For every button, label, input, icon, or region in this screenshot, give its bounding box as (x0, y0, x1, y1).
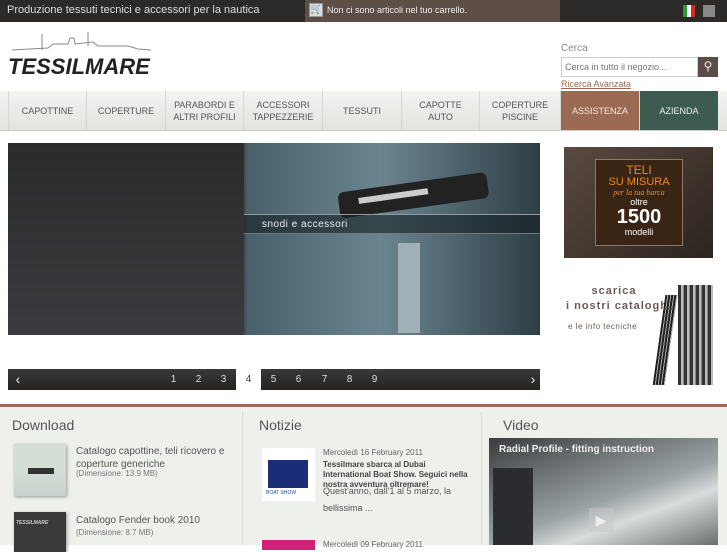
slider-dark-panel (8, 143, 244, 335)
download-link[interactable]: Catalogo Fender book 2010 (76, 514, 200, 527)
slide-caption: snodi e accessori (262, 219, 348, 230)
banner-line: per la tua barca (613, 188, 665, 197)
download-size: (Dimensione: 8.7 MB) (76, 528, 154, 537)
boat-icon (28, 468, 54, 474)
news-thumbnail[interactable]: BOAT SHOW (262, 448, 315, 501)
logo[interactable]: TESSILMARE (8, 32, 153, 80)
search-label: Cerca (561, 43, 588, 54)
play-icon[interactable]: ▶ (589, 508, 613, 532)
page-9[interactable]: 9 (362, 369, 387, 390)
custom-covers-banner[interactable]: TELI SU MISURA per la tua barca oltre 15… (564, 147, 713, 258)
column-divider (481, 412, 482, 545)
nav-coperture-piscine[interactable]: COPERTURE PISCINE (479, 91, 560, 130)
main-nav: CAPOTTINE COPERTURE PARABORDI E ALTRI PR… (0, 91, 727, 131)
page-7[interactable]: 7 (312, 369, 337, 390)
banner-line: scarica (591, 285, 637, 297)
sail-icon (268, 460, 308, 488)
download-link[interactable]: Catalogo capottine, teli ricovero e cope… (76, 445, 236, 471)
page-6[interactable]: 6 (286, 369, 311, 390)
nav-coperture[interactable]: COPERTURE (86, 91, 165, 130)
banner-line: TELI (626, 163, 652, 177)
nav-parabordi[interactable]: PARABORDI E ALTRI PROFILI (165, 91, 243, 130)
advanced-search-link[interactable]: Ricerca Avanzata (561, 79, 631, 89)
page-8[interactable]: 8 (337, 369, 362, 390)
catalog-thumbnail[interactable]: TESSILMARE (14, 512, 66, 552)
next-arrow-icon[interactable]: › (523, 369, 543, 390)
news-thumbnail[interactable] (262, 540, 315, 550)
nav-azienda[interactable]: AZIENDA (639, 91, 718, 130)
banner-line: modelli (624, 227, 654, 237)
banner-number: 1500 (616, 206, 662, 228)
page-2[interactable]: 2 (186, 369, 211, 390)
catalog-download-banner[interactable]: scarica i nostri cataloghi e le info tec… (564, 285, 713, 385)
video-player[interactable]: Radial Profile - fitting instruction ▶ (489, 438, 718, 545)
cart-icon: 🛒 (309, 3, 323, 17)
download-title: Download (12, 417, 75, 433)
page-4[interactable]: 4 (236, 369, 261, 390)
news-title: Notizie (259, 417, 302, 433)
ship-outline-icon (11, 32, 152, 51)
worker-figure (493, 468, 533, 545)
prev-arrow-icon[interactable]: ‹ (8, 369, 28, 390)
catalog-binders-image (678, 285, 713, 385)
search-icon: ⚲ (703, 59, 713, 73)
news-excerpt: Quest'anno, dall'1 al 5 marzo, la bellis… (323, 486, 452, 513)
thumbnail-text: TESSILMARE (16, 520, 49, 526)
top-bar: Produzione tessuti tecnici e accessori p… (0, 0, 727, 22)
page-1[interactable]: 1 (161, 369, 186, 390)
search-button[interactable]: ⚲ (698, 57, 718, 77)
page-5[interactable]: 5 (261, 369, 286, 390)
column-divider (242, 412, 243, 545)
banner-line: i nostri cataloghi (565, 300, 672, 312)
catalog-thumbnail[interactable] (14, 444, 66, 496)
logo-text: TESSILMARE (8, 54, 150, 79)
video-title: Video (503, 417, 539, 433)
bottom-section: Download Catalogo capottine, teli ricove… (0, 407, 727, 552)
search-input[interactable] (561, 57, 698, 77)
nav-tessuti[interactable]: TESSUTI (322, 91, 401, 130)
cart-summary[interactable]: 🛒 Non ci sono articoli nel tuo carrello. (305, 0, 560, 22)
banner-line: SU MISURA (608, 176, 670, 188)
page-3[interactable]: 3 (211, 369, 236, 390)
nav-assistenza[interactable]: ASSISTENZA (560, 91, 639, 130)
thumbnail-text: BOAT SHOW (266, 490, 297, 496)
nav-capottine[interactable]: CAPOTTINE (8, 91, 86, 130)
hardware-image (338, 172, 489, 333)
slider-pager: ‹ 1 2 3 4 5 6 7 8 9 › (8, 369, 540, 390)
banner-line: e le info tecniche (568, 322, 638, 331)
cart-text: Non ci sono articoli nel tuo carrello. (327, 5, 468, 15)
language-flag-icon[interactable] (703, 5, 715, 17)
banner-box: TELI SU MISURA per la tua barca oltre 15… (595, 159, 683, 246)
slide-caption-bar: snodi e accessori (244, 214, 540, 234)
nav-capotte-auto[interactable]: CAPOTTE AUTO (401, 91, 479, 130)
video-caption: Radial Profile - fitting instruction (499, 444, 654, 455)
tagline: Produzione tessuti tecnici e accessori p… (7, 4, 260, 16)
nav-accessori[interactable]: ACCESSORI TAPPEZZERIE (243, 91, 322, 130)
download-size: (Dimensione: 13.9 MB) (76, 469, 158, 478)
news-date: Mercoledì 16 February 2011 (323, 448, 423, 457)
image-slider[interactable]: snodi e accessori (8, 143, 540, 335)
italian-flag-icon[interactable] (683, 5, 695, 17)
